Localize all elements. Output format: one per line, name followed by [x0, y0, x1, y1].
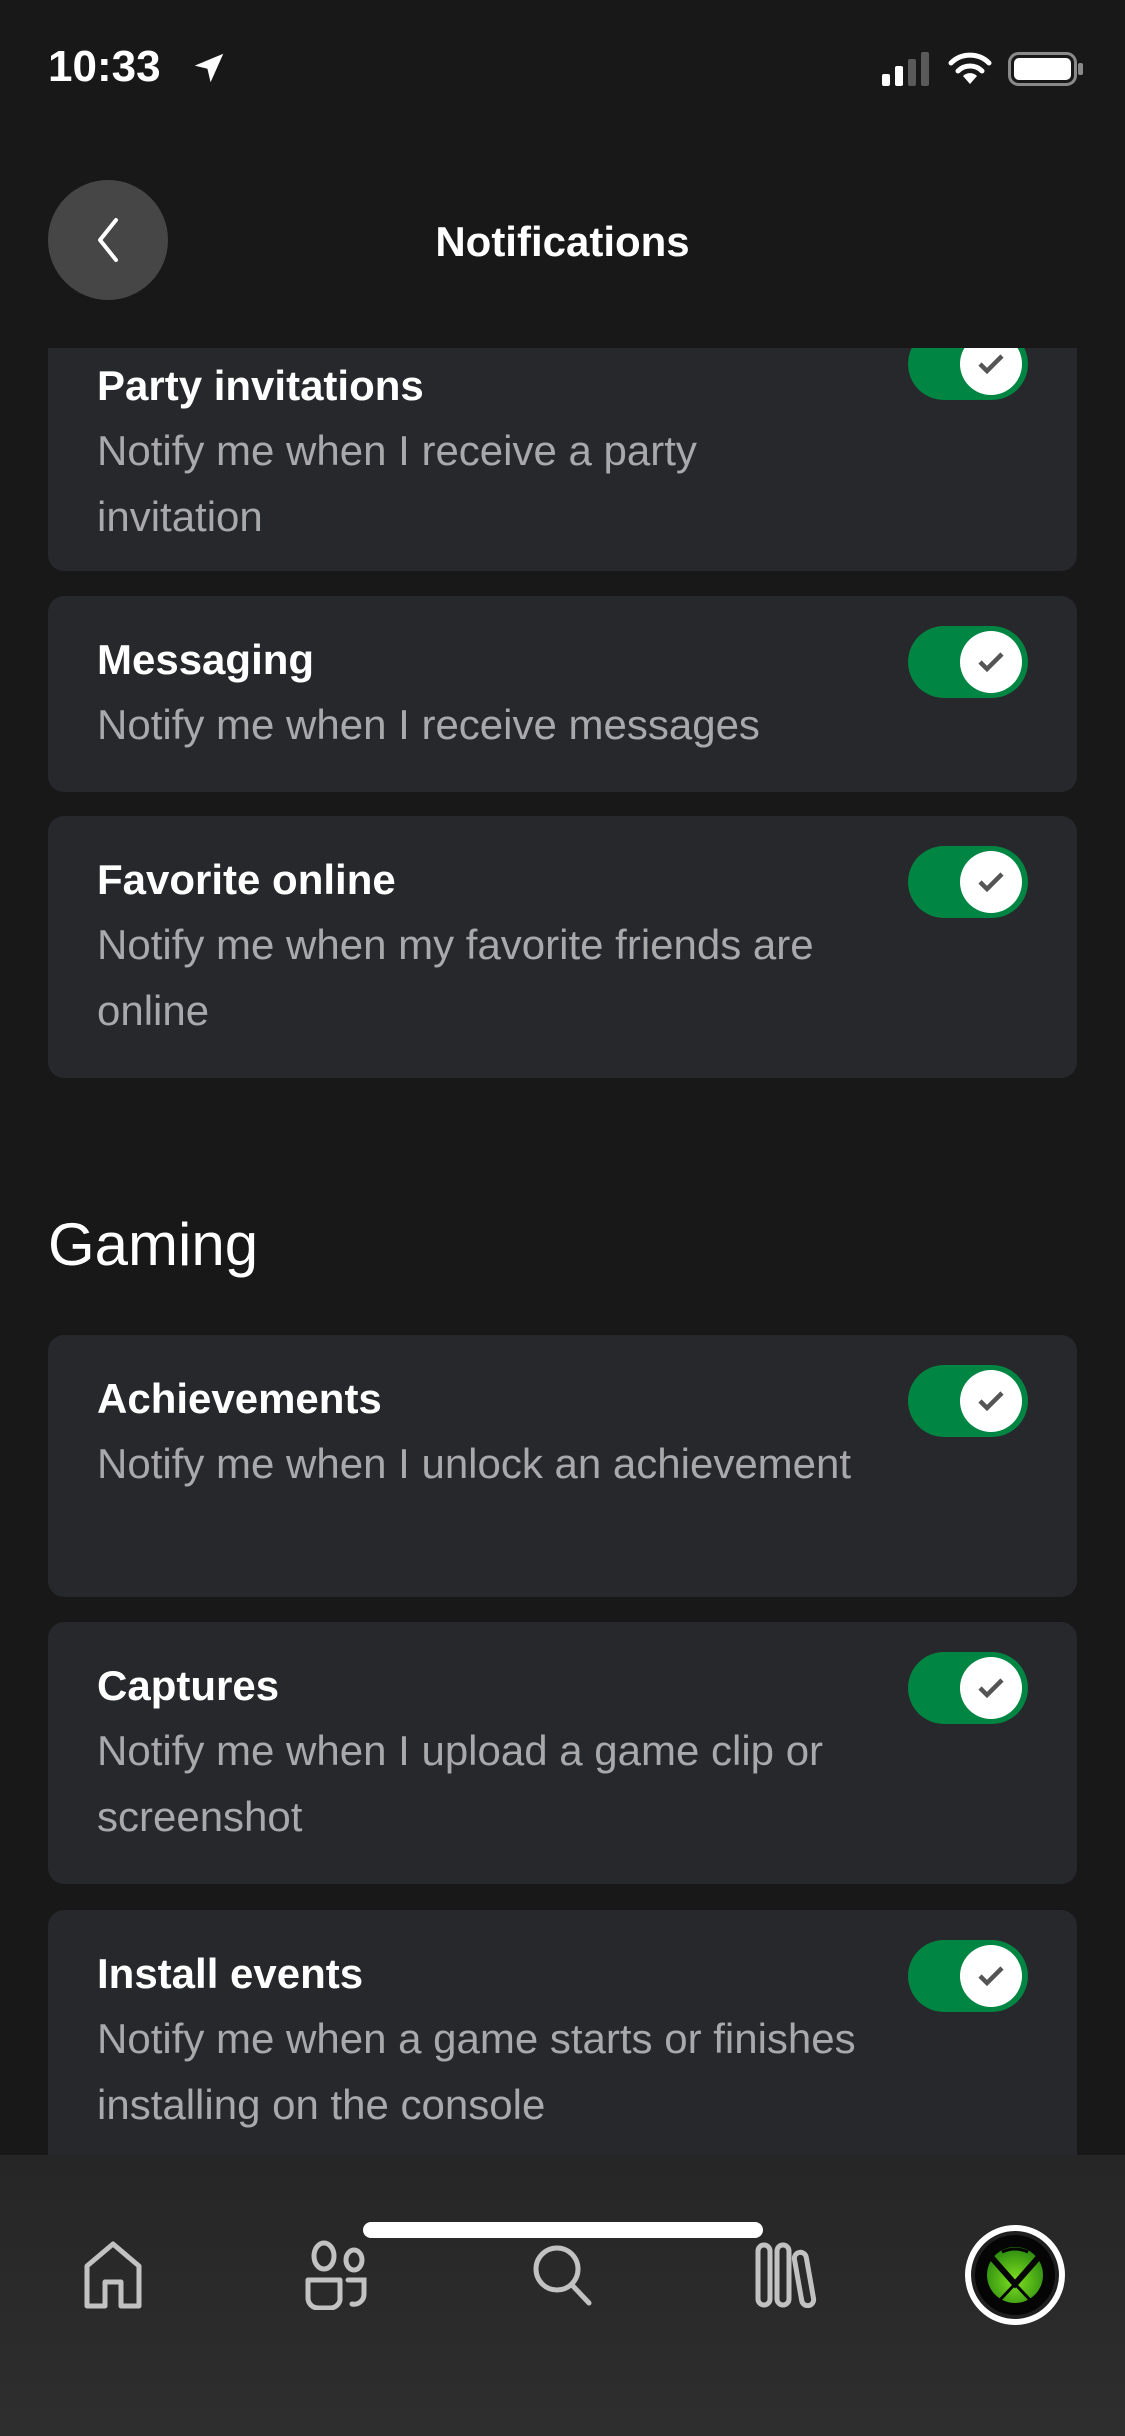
- toggle-knob: [960, 348, 1022, 395]
- toggle-knob: [960, 851, 1022, 913]
- nav-profile[interactable]: [955, 2215, 1075, 2335]
- cellular-signal-icon: [882, 52, 929, 86]
- checkmark-icon: [978, 872, 1004, 893]
- setting-card-install-events: Install events Notify me when a game sta…: [48, 1910, 1077, 2155]
- battery-icon: [1008, 52, 1083, 86]
- status-time: 10:33: [48, 42, 161, 91]
- xbox-avatar-icon: [975, 2235, 1055, 2315]
- setting-card-messaging: Messaging Notify me when I receive messa…: [48, 596, 1077, 792]
- people-icon: [305, 2240, 367, 2310]
- setting-title: Party invitations: [97, 362, 424, 409]
- avatar: [965, 2225, 1065, 2325]
- library-icon: [755, 2242, 817, 2308]
- toggle-knob: [960, 631, 1022, 693]
- favorite-online-toggle[interactable]: [908, 846, 1028, 918]
- party-invitations-toggle[interactable]: [908, 348, 1028, 400]
- setting-description: Notify me when I receive messages: [97, 701, 760, 748]
- status-bar: 10:33: [0, 0, 1125, 130]
- section-heading-gaming: Gaming: [48, 1211, 259, 1278]
- setting-description: Notify me when a game starts or finishes…: [97, 2015, 856, 2128]
- home-indicator[interactable]: [363, 2222, 763, 2238]
- checkmark-icon: [978, 652, 1004, 673]
- settings-list[interactable]: Party invitations Notify me when I recei…: [0, 348, 1125, 2155]
- setting-title: Captures: [97, 1662, 280, 1709]
- toggle-knob: [960, 1945, 1022, 2007]
- setting-card-achievements: Achievements Notify me when I unlock an …: [48, 1335, 1077, 1597]
- toggle-knob: [960, 1370, 1022, 1432]
- checkmark-icon: [978, 1678, 1004, 1699]
- checkmark-icon: [978, 354, 1004, 375]
- home-icon: [84, 2241, 142, 2309]
- page-title: Notifications: [435, 218, 690, 265]
- checkmark-icon: [978, 1966, 1004, 1987]
- setting-description: Notify me when my favorite friends are o…: [97, 921, 814, 1034]
- bottom-nav: [0, 2155, 1125, 2436]
- toggle-knob: [960, 1657, 1022, 1719]
- setting-card-party-invitations: Party invitations Notify me when I recei…: [48, 348, 1077, 571]
- nav-home[interactable]: [53, 2215, 173, 2335]
- setting-title: Achievements: [97, 1375, 382, 1422]
- setting-title: Favorite online: [97, 856, 396, 903]
- captures-toggle[interactable]: [908, 1652, 1028, 1724]
- location-arrow-icon: [194, 53, 224, 83]
- setting-title: Install events: [97, 1950, 364, 1997]
- setting-title: Messaging: [97, 636, 315, 683]
- wifi-icon: [948, 52, 992, 84]
- install-events-toggle[interactable]: [908, 1940, 1028, 2012]
- achievements-toggle[interactable]: [908, 1365, 1028, 1437]
- checkmark-icon: [978, 1391, 1004, 1412]
- search-icon: [533, 2245, 592, 2306]
- messaging-toggle[interactable]: [908, 626, 1028, 698]
- setting-description: Notify me when I unlock an achievement: [97, 1440, 852, 1487]
- setting-description: Notify me when I upload a game clip or s…: [97, 1727, 824, 1840]
- header: Notifications: [0, 130, 1125, 348]
- setting-card-favorite-online: Favorite online Notify me when my favori…: [48, 816, 1077, 1078]
- setting-card-captures: Captures Notify me when I upload a game …: [48, 1622, 1077, 1884]
- setting-description: Notify me when I receive a party invitat…: [97, 427, 697, 540]
